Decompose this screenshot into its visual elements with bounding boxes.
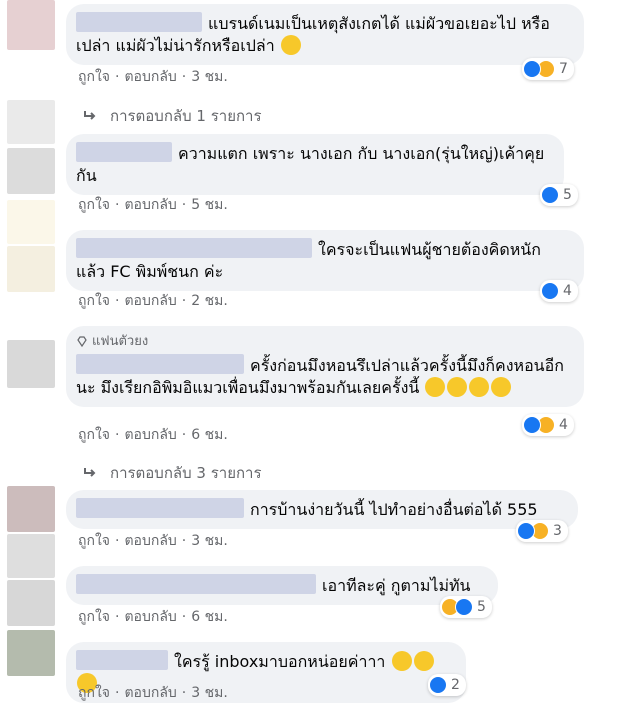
- like-reaction-icon: [523, 416, 541, 434]
- comment-actions: ถูกใจ · ตอบกลับ · 2 ชม.: [78, 293, 228, 309]
- reaction-count: 7: [559, 61, 568, 77]
- reply-link[interactable]: ตอบกลับ: [124, 609, 176, 625]
- reply-arrow-icon: [84, 468, 96, 477]
- diamond-icon: [77, 336, 87, 348]
- avatar[interactable]: [7, 534, 55, 578]
- laughing-emoji-icon: [413, 651, 434, 671]
- top-fan-badge: แฟนตัวยง: [76, 334, 572, 350]
- view-replies-link[interactable]: การตอบกลับ 3 รายการ: [82, 461, 262, 485]
- like-link[interactable]: ถูกใจ: [78, 609, 110, 625]
- like-link[interactable]: ถูกใจ: [78, 533, 110, 549]
- view-replies-label: การตอบกลับ 1 รายการ: [110, 107, 262, 125]
- like-link[interactable]: ถูกใจ: [78, 685, 110, 701]
- author-name[interactable]: [76, 354, 244, 374]
- avatar[interactable]: [7, 200, 55, 244]
- reaction-summary[interactable]: 4: [540, 280, 578, 302]
- reply-link[interactable]: ตอบกลับ: [124, 293, 176, 309]
- timestamp[interactable]: 3 ชม.: [191, 685, 228, 701]
- avatar[interactable]: [7, 630, 55, 676]
- reaction-summary[interactable]: 2: [428, 674, 466, 696]
- reaction-summary[interactable]: 5: [440, 596, 492, 618]
- timestamp[interactable]: 6 ชม.: [191, 609, 228, 625]
- author-name[interactable]: [76, 142, 172, 162]
- avatar[interactable]: [7, 148, 55, 194]
- reply-link[interactable]: ตอบกลับ: [124, 685, 176, 701]
- comment-bubble: แบรนด์เนมเป็นเหตุสังเกตได้ แม่ผัวขอเยอะไ…: [66, 4, 584, 65]
- reaction-summary[interactable]: 4: [522, 414, 574, 436]
- reaction-count: 5: [477, 599, 486, 615]
- timestamp[interactable]: 3 ชม.: [191, 533, 228, 549]
- grin-emoji-icon: [447, 377, 468, 397]
- comment-bubble: แฟนตัวยง ครั้งก่อนมึงหอนรึเปล่าแล้วครั้ง…: [66, 326, 584, 407]
- comment-text: ใครรู้ inboxมาบอกหน่อยค่าาา: [174, 652, 386, 671]
- reply-arrow-icon: [84, 111, 96, 120]
- timestamp[interactable]: 6 ชม.: [191, 427, 228, 443]
- comment-actions: ถูกใจ · ตอบกลับ · 5 ชม.: [78, 197, 228, 213]
- like-link[interactable]: ถูกใจ: [78, 293, 110, 309]
- reply-link[interactable]: ตอบกลับ: [124, 533, 176, 549]
- reaction-count: 4: [559, 417, 568, 433]
- like-link[interactable]: ถูกใจ: [78, 427, 110, 443]
- comment-bubble: เอาทีละคู่ กูตามไม่ทัน: [66, 566, 498, 605]
- comment-actions: ถูกใจ · ตอบกลับ · 6 ชม.: [78, 609, 228, 625]
- timestamp[interactable]: 3 ชม.: [191, 69, 228, 85]
- view-replies-link[interactable]: การตอบกลับ 1 รายการ: [82, 104, 262, 128]
- avatar[interactable]: [7, 246, 55, 292]
- reaction-summary[interactable]: 5: [540, 184, 578, 206]
- laughing-emoji-icon: [391, 651, 412, 671]
- badge-label: แฟนตัวยง: [92, 334, 149, 349]
- timestamp[interactable]: 5 ชม.: [191, 197, 228, 213]
- like-reaction-icon: [429, 676, 447, 694]
- grin-emoji-icon: [491, 377, 512, 397]
- comment-actions: ถูกใจ · ตอบกลับ · 3 ชม.: [78, 533, 228, 549]
- author-name[interactable]: [76, 12, 202, 32]
- reply-link[interactable]: ตอบกลับ: [124, 197, 176, 213]
- like-reaction-icon: [517, 522, 535, 540]
- reaction-count: 4: [563, 283, 572, 299]
- flushed-emoji-icon: [280, 35, 301, 55]
- comment-text: เอาทีละคู่ กูตามไม่ทัน: [322, 576, 471, 595]
- grin-emoji-icon: [425, 377, 446, 397]
- avatar[interactable]: [7, 100, 55, 144]
- reaction-count: 5: [563, 187, 572, 203]
- comment-actions: ถูกใจ · ตอบกลับ · 6 ชม.: [78, 427, 228, 443]
- like-reaction-icon: [541, 282, 559, 300]
- reaction-summary[interactable]: 3: [516, 520, 568, 542]
- avatar[interactable]: [7, 340, 55, 388]
- view-replies-label: การตอบกลับ 3 รายการ: [110, 464, 262, 482]
- like-link[interactable]: ถูกใจ: [78, 69, 110, 85]
- author-name[interactable]: [76, 238, 312, 258]
- grin-emoji-icon: [469, 377, 490, 397]
- reaction-summary[interactable]: 7: [522, 58, 574, 80]
- reply-link[interactable]: ตอบกลับ: [124, 427, 176, 443]
- comment-bubble: การบ้านง่ายวันนี้ ไปทำอย่างอื่นต่อได้ 55…: [66, 490, 578, 529]
- avatar[interactable]: [7, 580, 55, 626]
- like-link[interactable]: ถูกใจ: [78, 197, 110, 213]
- avatar[interactable]: [7, 0, 55, 50]
- author-name[interactable]: [76, 574, 316, 594]
- like-reaction-icon: [455, 598, 473, 616]
- reply-link[interactable]: ตอบกลับ: [124, 69, 176, 85]
- like-reaction-icon: [523, 60, 541, 78]
- reaction-count: 3: [553, 523, 562, 539]
- timestamp[interactable]: 2 ชม.: [191, 293, 228, 309]
- avatar[interactable]: [7, 486, 55, 532]
- like-reaction-icon: [541, 186, 559, 204]
- comment-bubble: ใครจะเป็นแฟนผู้ชายต้องคิดหนัก แล้ว FC พิ…: [66, 230, 584, 291]
- author-name[interactable]: [76, 498, 244, 518]
- author-name[interactable]: [76, 650, 168, 670]
- reaction-count: 2: [451, 677, 460, 693]
- comment-bubble: ความแตก เพราะ นางเอก กับ นางเอก(รุ่นใหญ่…: [66, 134, 564, 195]
- comment-actions: ถูกใจ · ตอบกลับ · 3 ชม.: [78, 69, 228, 85]
- comment-actions: ถูกใจ · ตอบกลับ · 3 ชม.: [78, 685, 228, 701]
- comment-text: การบ้านง่ายวันนี้ ไปทำอย่างอื่นต่อได้ 55…: [250, 500, 538, 519]
